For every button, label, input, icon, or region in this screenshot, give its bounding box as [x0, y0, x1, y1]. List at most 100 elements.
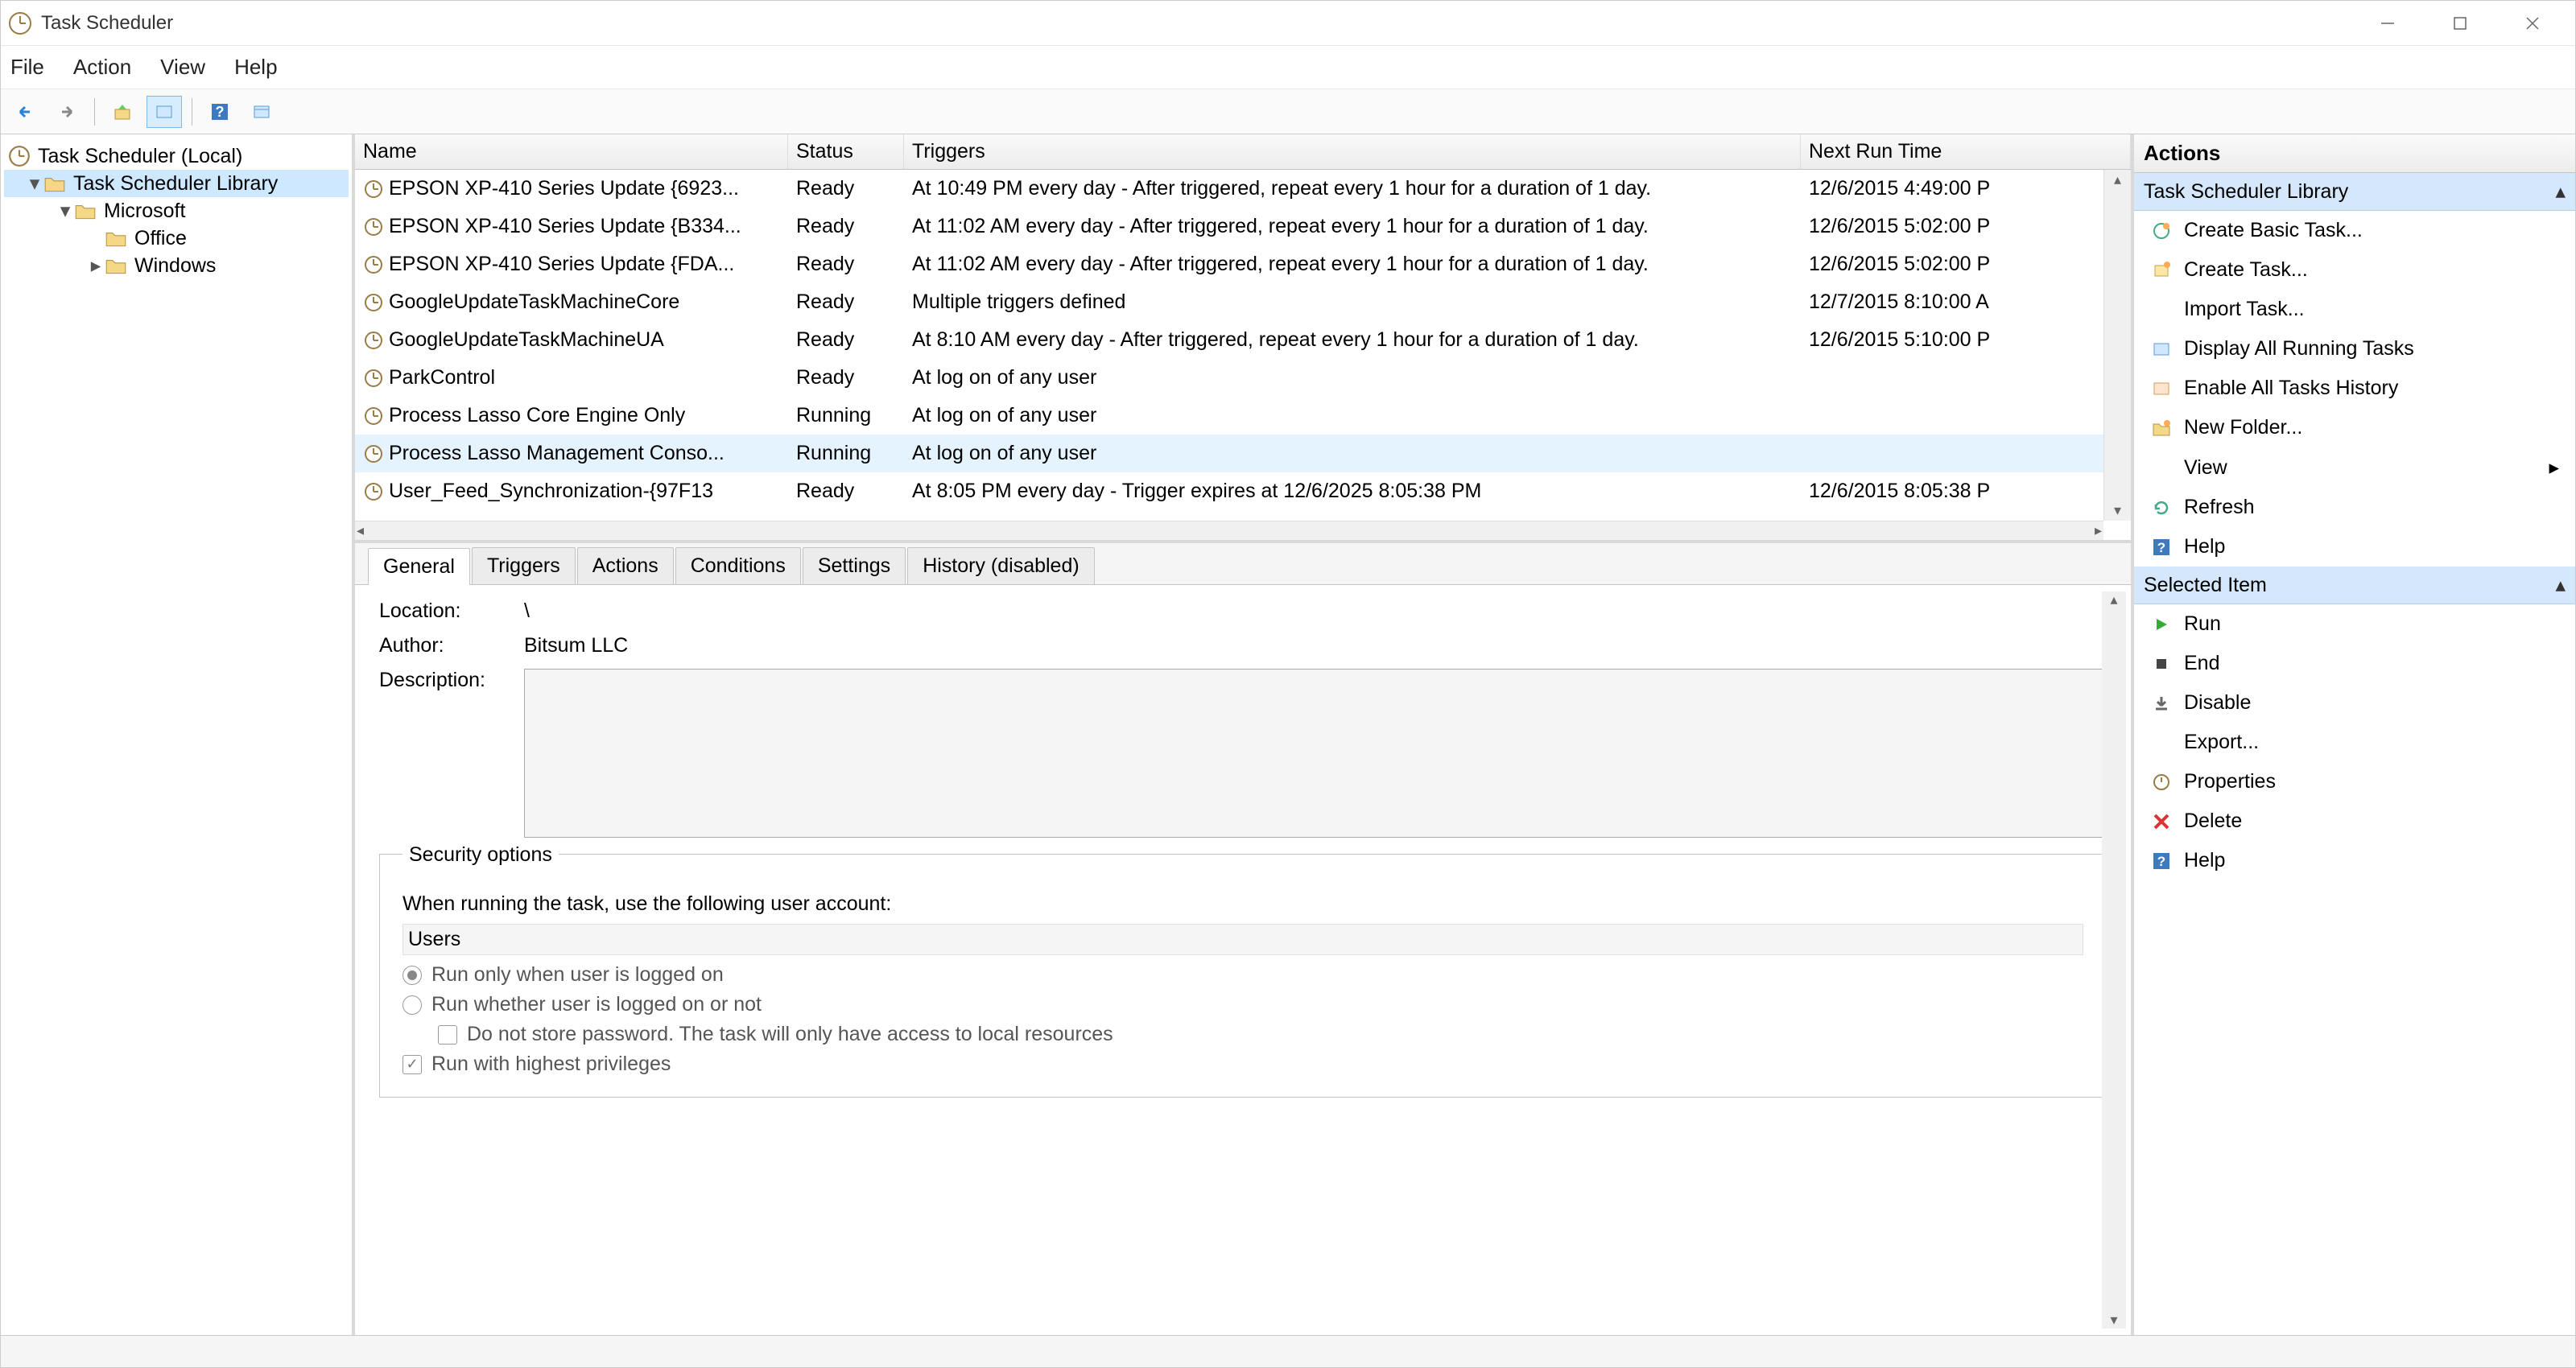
table-row[interactable]: EPSON XP-410 Series Update {6923...Ready… [355, 170, 2131, 208]
action-disable[interactable]: Disable [2134, 683, 2575, 723]
table-header: Name Status Triggers Next Run Time [355, 134, 2131, 170]
scroll-right-icon[interactable]: ▸ [2095, 522, 2102, 539]
tab-general[interactable]: General [368, 548, 470, 585]
table-row[interactable]: GoogleUpdateTaskMachineUAReadyAt 8:10 AM… [355, 321, 2131, 359]
action-create-task[interactable]: Create Task... [2134, 250, 2575, 290]
table-row[interactable]: EPSON XP-410 Series Update {B334...Ready… [355, 208, 2131, 245]
titlebar: Task Scheduler [1, 1, 2575, 46]
vertical-scrollbar[interactable]: ▴▾ [2103, 170, 2131, 521]
action-label: Display All Running Tasks [2184, 337, 2414, 361]
folder-icon [73, 199, 97, 223]
menu-file[interactable]: File [10, 55, 44, 80]
action-refresh[interactable]: Refresh [2134, 488, 2575, 527]
tab-content: Location: \ Author: Bitsum LLC Descripti… [355, 585, 2131, 1335]
tree-windows[interactable]: ▸ Windows [4, 252, 349, 279]
main-window: Task Scheduler File Action View Help ? T… [0, 0, 2576, 1368]
task-table: Name Status Triggers Next Run Time EPSON… [355, 134, 2131, 543]
tab-conditions[interactable]: Conditions [675, 547, 801, 584]
table-row[interactable]: GoogleUpdateTaskMachineCoreReadyMultiple… [355, 283, 2131, 321]
column-triggers[interactable]: Triggers [904, 134, 1801, 169]
column-next[interactable]: Next Run Time [1801, 134, 2131, 169]
scroll-up-icon[interactable]: ▴ [2114, 171, 2121, 188]
checkbox-highest-privileges[interactable]: Run with highest privileges [402, 1053, 2083, 1076]
action-label: Disable [2184, 691, 2251, 715]
tab-triggers[interactable]: Triggers [472, 547, 576, 584]
toolbar-separator [94, 98, 95, 126]
scroll-left-icon[interactable]: ◂ [357, 522, 364, 539]
column-status[interactable]: Status [788, 134, 904, 169]
checkbox-no-store-password[interactable]: Do not store password. The task will onl… [438, 1023, 2083, 1046]
task-next: 12/6/2015 8:05:38 P [1801, 480, 2131, 503]
action-icon [2150, 731, 2173, 754]
action-help[interactable]: ?Help [2134, 841, 2575, 880]
tree-label: Office [134, 227, 187, 250]
horizontal-scrollbar[interactable]: ◂▸ [355, 521, 2103, 540]
actions-title: Actions [2134, 134, 2575, 173]
table-row[interactable]: User_Feed_Synchronization-{97F13ReadyAt … [355, 472, 2131, 510]
table-row[interactable]: Process Lasso Core Engine OnlyRunningAt … [355, 397, 2131, 435]
menu-help[interactable]: Help [234, 55, 277, 80]
action-delete[interactable]: Delete [2134, 801, 2575, 841]
task-status: Ready [788, 253, 904, 276]
grid-view-button[interactable] [244, 96, 279, 128]
tree-root[interactable]: Task Scheduler (Local) [4, 142, 349, 170]
help-button[interactable]: ? [202, 96, 237, 128]
collapse-icon[interactable]: ▴ [2555, 573, 2566, 597]
task-status: Ready [788, 215, 904, 238]
radio-logged-or-not[interactable]: Run whether user is logged on or not [402, 993, 2083, 1016]
actions-section-selected[interactable]: Selected Item ▴ [2134, 567, 2575, 604]
radio-icon [402, 966, 422, 985]
tree-office[interactable]: Office [4, 225, 349, 252]
clock-icon [363, 216, 384, 237]
action-icon [2150, 299, 2173, 321]
menu-action[interactable]: Action [73, 55, 131, 80]
action-enable-all-tasks-history[interactable]: Enable All Tasks History [2134, 369, 2575, 408]
action-create-basic-task[interactable]: Create Basic Task... [2134, 211, 2575, 250]
action-label: Delete [2184, 810, 2242, 833]
action-display-all-running-tasks[interactable]: Display All Running Tasks [2134, 329, 2575, 369]
actions-section-library[interactable]: Task Scheduler Library ▴ [2134, 173, 2575, 211]
action-run[interactable]: Run [2134, 604, 2575, 644]
action-help[interactable]: ?Help [2134, 527, 2575, 567]
table-row[interactable]: Process Lasso Management Conso...Running… [355, 435, 2131, 472]
radio-icon [402, 995, 422, 1015]
action-new-folder[interactable]: New Folder... [2134, 408, 2575, 447]
table-row[interactable]: EPSON XP-410 Series Update {FDA...ReadyA… [355, 245, 2131, 283]
column-name[interactable]: Name [355, 134, 788, 169]
clock-icon [363, 443, 384, 464]
chevron-down-icon[interactable]: ▾ [57, 199, 73, 223]
tree-microsoft[interactable]: ▾ Microsoft [4, 197, 349, 225]
back-button[interactable] [7, 96, 43, 128]
action-label: Properties [2184, 770, 2276, 793]
chevron-down-icon[interactable]: ▾ [27, 171, 43, 196]
chevron-right-icon[interactable]: ▸ [88, 253, 104, 278]
menu-view[interactable]: View [160, 55, 205, 80]
maximize-button[interactable] [2424, 6, 2496, 41]
properties-button[interactable] [147, 96, 182, 128]
tab-actions[interactable]: Actions [577, 547, 674, 584]
table-row[interactable]: ParkControlReadyAt log on of any user [355, 359, 2131, 397]
task-name: EPSON XP-410 Series Update {FDA... [389, 253, 734, 276]
action-view[interactable]: View▸ [2134, 447, 2575, 488]
radio-logged-on[interactable]: Run only when user is logged on [402, 963, 2083, 987]
tabstrip: General Triggers Actions Conditions Sett… [355, 543, 2131, 585]
action-properties[interactable]: Properties [2134, 762, 2575, 801]
up-button[interactable] [105, 96, 140, 128]
action-import-task[interactable]: Import Task... [2134, 290, 2575, 329]
tree-library[interactable]: ▾ Task Scheduler Library [4, 170, 349, 197]
content-scrollbar[interactable]: ▴▾ [2102, 591, 2126, 1329]
description-input[interactable] [524, 669, 2107, 838]
tab-history[interactable]: History (disabled) [907, 547, 1095, 584]
task-name: EPSON XP-410 Series Update {6923... [389, 177, 739, 200]
actions-list-library: Create Basic Task...Create Task...Import… [2134, 211, 2575, 567]
task-next: 12/6/2015 4:49:00 P [1801, 177, 2131, 200]
action-end[interactable]: End [2134, 644, 2575, 683]
minimize-button[interactable] [2351, 6, 2424, 41]
scroll-down-icon[interactable]: ▾ [2114, 502, 2121, 519]
tab-settings[interactable]: Settings [803, 547, 906, 584]
forward-button[interactable] [49, 96, 85, 128]
collapse-icon[interactable]: ▴ [2555, 179, 2566, 204]
action-export[interactable]: Export... [2134, 723, 2575, 762]
close-button[interactable] [2496, 6, 2569, 41]
task-rows: EPSON XP-410 Series Update {6923... Ready… [355, 170, 2131, 540]
